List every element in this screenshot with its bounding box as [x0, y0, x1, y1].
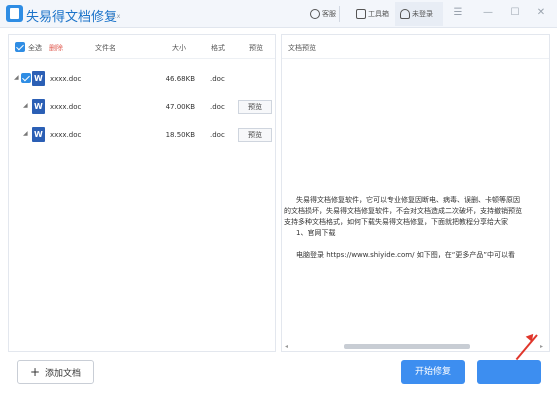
- toolbox-icon: [356, 9, 366, 19]
- login-button[interactable]: 未登录: [400, 7, 433, 21]
- toolbox-label: 工具箱: [368, 10, 389, 18]
- delete-button[interactable]: 删除: [49, 43, 63, 53]
- minimize-icon[interactable]: —: [482, 7, 494, 19]
- app-title: 失易得文档修复: [26, 10, 118, 25]
- file-row[interactable]: ◢ xxxx.doc 46.68KB .doc: [9, 65, 275, 93]
- add-document-button[interactable]: + 添加文档: [17, 360, 94, 384]
- preview-content: 失易得文档修复软件，它可以专业修复因断电、病毒、误删、卡顿等原因 的文档损坏，失…: [284, 195, 549, 261]
- login-label: 未登录: [412, 10, 433, 18]
- file-name-header: 文件名: [95, 44, 116, 52]
- row-checkbox[interactable]: [21, 73, 31, 83]
- preview-line: 的文档损坏，失易得文档修复软件，不会对文档造成二次破坏，支持撤销预览: [284, 207, 522, 215]
- scroll-right-icon[interactable]: ▸: [540, 343, 543, 350]
- expand-icon[interactable]: ◢: [23, 103, 29, 109]
- word-doc-icon: [32, 127, 45, 142]
- add-document-label: 添加文档: [45, 368, 82, 379]
- file-name: xxxx.doc: [50, 75, 82, 83]
- file-row[interactable]: ◢ xxxx.doc 47.00KB .doc 预览: [9, 93, 275, 121]
- chat-icon: [310, 9, 320, 19]
- select-all-label[interactable]: 全选: [28, 43, 42, 53]
- file-format: .doc: [210, 131, 225, 139]
- word-doc-icon: [32, 71, 45, 86]
- preview-line: [284, 239, 549, 250]
- expand-icon[interactable]: ◢: [23, 131, 29, 137]
- close-icon[interactable]: ✕: [535, 7, 547, 19]
- word-doc-icon: [32, 99, 45, 114]
- file-format: .doc: [210, 75, 225, 83]
- file-size: 18.50KB: [165, 131, 195, 139]
- preview-header-bar: 文档预览: [282, 35, 549, 59]
- menu-icon[interactable]: ☰: [452, 7, 464, 19]
- start-repair-button[interactable]: 开始修复: [401, 360, 465, 384]
- file-list-header: 全选 删除 文件名 大小 格式 预览: [9, 35, 275, 59]
- preview-line: 电脑登录 https://www.shiyide.com/ 如下图，在“更多产品…: [296, 251, 515, 259]
- app-logo-icon: [6, 5, 23, 22]
- user-icon: [400, 9, 410, 19]
- toolbar-divider: [339, 6, 340, 22]
- file-list-panel: 全选 删除 文件名 大小 格式 预览 ◢ xxxx.doc 46.68KB .d…: [8, 34, 276, 352]
- preview-line: 1、官网下载: [296, 229, 336, 237]
- preview-line: 失易得文档修复软件，它可以专业修复因断电、病毒、误删、卡顿等原因: [296, 196, 520, 204]
- scroll-left-icon[interactable]: ◂: [285, 343, 288, 350]
- document-preview-panel: 文档预览 失易得文档修复软件，它可以专业修复因断电、病毒、误删、卡顿等原因 的文…: [281, 34, 550, 352]
- support-label: 客服: [322, 10, 336, 18]
- select-all-checkbox[interactable]: [15, 42, 25, 52]
- collapse-icon[interactable]: ◢: [14, 75, 20, 81]
- toolbox-button[interactable]: 工具箱: [356, 7, 389, 21]
- preview-header: 预览: [249, 44, 263, 52]
- file-format: .doc: [210, 103, 225, 111]
- maximize-icon[interactable]: ☐: [509, 7, 521, 19]
- horizontal-scrollbar[interactable]: [344, 344, 470, 349]
- size-header: 大小: [172, 44, 186, 52]
- file-name: xxxx.doc: [50, 103, 82, 111]
- app-version: 1.x: [111, 13, 121, 20]
- secondary-action-button[interactable]: [477, 360, 541, 384]
- file-size: 47.00KB: [165, 103, 195, 111]
- plus-icon: +: [29, 365, 41, 379]
- preview-button[interactable]: 预览: [238, 100, 272, 114]
- file-name: xxxx.doc: [50, 131, 82, 139]
- preview-line: 支持多种文档格式，如何下载失易得文档修复，下面就把教程分享给大家: [284, 218, 508, 226]
- file-size: 46.68KB: [165, 75, 195, 83]
- support-button[interactable]: 客服: [310, 7, 336, 21]
- format-header: 格式: [211, 44, 225, 52]
- preview-title: 文档预览: [288, 44, 316, 52]
- title-bar: 失易得文档修复 1.x 客服 工具箱 未登录 ☰ — ☐ ✕: [0, 0, 557, 28]
- file-row[interactable]: ◢ xxxx.doc 18.50KB .doc 预览: [9, 121, 275, 149]
- preview-button[interactable]: 预览: [238, 128, 272, 142]
